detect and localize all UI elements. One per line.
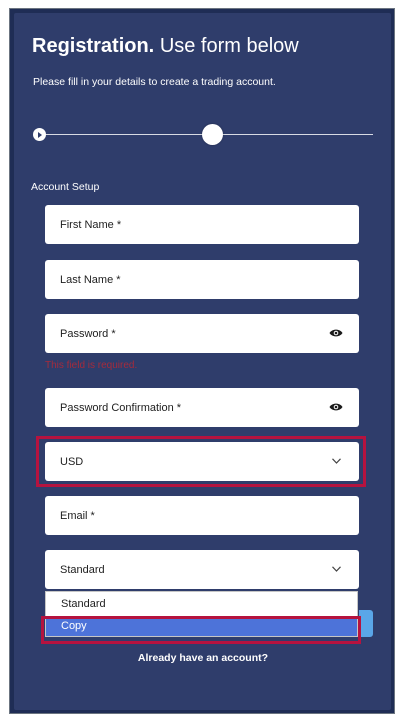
copy-option-highlight-box <box>41 616 361 644</box>
email-field[interactable]: Email * <box>45 496 359 535</box>
page-subtitle: Please fill in your details to create a … <box>33 76 276 88</box>
email-placeholder: Email * <box>60 510 95 522</box>
login-link[interactable]: Already have an account? <box>0 651 406 665</box>
account-type-select[interactable]: Standard <box>45 550 359 589</box>
title-rest: Use form below <box>159 35 299 57</box>
password-confirmation-field[interactable]: Password Confirmation * <box>45 388 359 427</box>
progress-slider-knob[interactable] <box>202 124 223 145</box>
password-field[interactable]: Password * <box>45 314 359 353</box>
play-icon[interactable] <box>33 128 46 141</box>
password-error: This field is required. <box>45 360 138 371</box>
account-type-value: Standard <box>60 564 105 576</box>
last-name-placeholder: Last Name * <box>60 274 121 286</box>
dropdown-option-standard[interactable]: Standard <box>46 594 357 614</box>
password-placeholder: Password * <box>60 328 116 340</box>
password-confirmation-placeholder: Password Confirmation * <box>60 402 182 414</box>
eye-icon[interactable] <box>329 328 343 338</box>
section-label: Account Setup <box>31 181 100 193</box>
chevron-down-icon <box>332 566 341 572</box>
title-bold: Registration. <box>32 35 155 57</box>
first-name-field[interactable]: First Name * <box>45 205 359 244</box>
next-button[interactable] <box>359 610 373 637</box>
page-title: Registration. Use form below <box>32 34 299 58</box>
currency-highlight-box <box>36 436 366 487</box>
first-name-placeholder: First Name * <box>60 219 122 231</box>
last-name-field[interactable]: Last Name * <box>45 260 359 299</box>
eye-icon[interactable] <box>329 402 343 412</box>
